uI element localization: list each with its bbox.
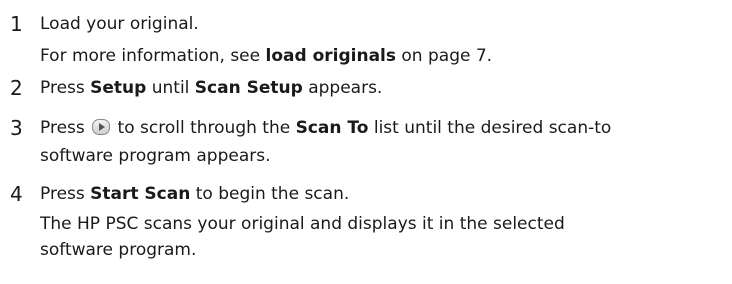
step-instruction: Load your original. [40, 14, 199, 34]
setup-label: Setup [90, 78, 147, 98]
text-begin-scan: to begin the scan. [190, 184, 350, 204]
result-text: The HP PSC scans your original and displ… [40, 214, 565, 234]
text-press: Press [40, 184, 91, 204]
text-until: until [146, 78, 195, 98]
step-text: Press Start Scan to begin the scan. [40, 182, 349, 206]
step-result-line-1: The HP PSC scans your original and displ… [40, 212, 565, 236]
result-text-continued: software program. [40, 240, 197, 260]
text-press: Press [40, 78, 91, 98]
text-program-appears: software program appears. [40, 146, 271, 166]
note-text-suffix: on page 7. [396, 46, 493, 66]
note-text: For more information, see [40, 46, 266, 66]
text-press: Press [40, 118, 91, 138]
step-text: Press Setup until Scan Setup appears. [40, 76, 382, 100]
step-note: For more information, see load originals… [40, 44, 492, 68]
step-number: 3 [10, 116, 23, 140]
step-number: 1 [10, 12, 23, 36]
step-result-line-2: software program. [40, 238, 196, 262]
step-number: 4 [10, 182, 23, 206]
scroll-right-button-icon [92, 119, 111, 135]
step-text: Load your original. [40, 12, 199, 36]
text-scroll: to scroll through the [112, 118, 296, 138]
text-list-until: list until the desired scan-to [368, 118, 612, 138]
step-text-continued: software program appears. [40, 144, 271, 168]
scan-to-label: Scan To [295, 118, 369, 138]
step-number: 2 [10, 76, 23, 100]
scan-setup-label: Scan Setup [194, 78, 303, 98]
step-text: Press to scroll through the Scan To list… [40, 116, 611, 140]
link-load-originals: load originals [265, 46, 396, 66]
text-appears: appears. [302, 78, 383, 98]
start-scan-label: Start Scan [90, 184, 191, 204]
